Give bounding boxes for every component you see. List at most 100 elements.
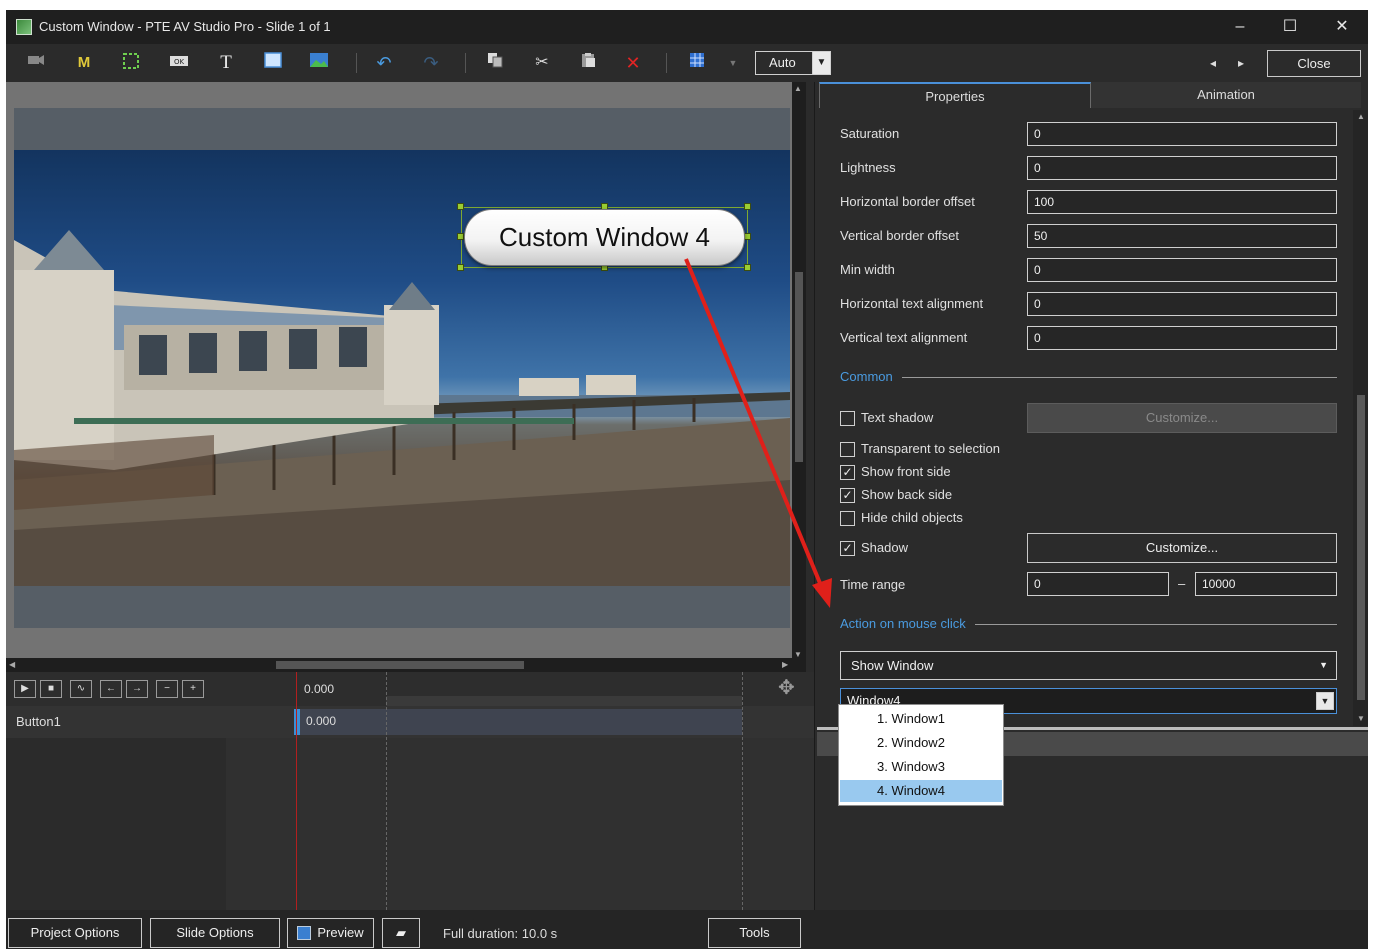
status-bar: Project Options Slide Options Preview ▰ … — [6, 910, 1368, 949]
window-dropdown-list[interactable]: 1. Window1 2. Window2 3. Window3 4. Wind… — [838, 704, 1004, 806]
timeline-row[interactable]: Button1 0.000 — [6, 706, 814, 738]
section-divider — [975, 624, 1337, 625]
lightness-label: Lightness — [840, 160, 896, 175]
horizontal-text-alignment-field[interactable]: 0 — [1027, 292, 1337, 316]
vertical-border-offset-field[interactable]: 50 — [1027, 224, 1337, 248]
image-icon[interactable] — [308, 52, 330, 74]
timeline-ruler — [386, 696, 742, 706]
lightness-field[interactable]: 0 — [1027, 156, 1337, 180]
chevron-down-icon[interactable]: ▼ — [812, 52, 830, 74]
hide-child-objects-checkbox[interactable] — [840, 511, 855, 526]
shadow-customize-button[interactable]: Customize... — [1027, 533, 1337, 563]
app-icon — [16, 19, 32, 35]
close-window-button[interactable]: ✕ — [1318, 10, 1366, 44]
window-title: Custom Window - PTE AV Studio Pro - Slid… — [39, 19, 331, 34]
time-range-to-field[interactable]: 10000 — [1195, 572, 1337, 596]
canvas-vertical-scrollbar[interactable]: ▲ ▼ — [792, 82, 806, 672]
mask-icon[interactable]: M — [73, 52, 95, 74]
resize-handle[interactable] — [457, 203, 464, 210]
dropdown-item-window4[interactable]: 4. Window4 — [840, 780, 1002, 802]
cut-icon[interactable]: ✂ — [531, 52, 553, 74]
camera-icon[interactable] — [25, 52, 47, 74]
scroll-down-icon[interactable]: ▼ — [1357, 714, 1365, 723]
grid-icon[interactable] — [686, 52, 708, 74]
minimize-button[interactable]: – — [1216, 10, 1264, 44]
canvas-horizontal-scrollbar[interactable]: ◀ ▶ — [6, 658, 792, 672]
copy-icon[interactable] — [484, 52, 506, 74]
resize-handle[interactable] — [744, 203, 751, 210]
timeline-keyframe[interactable] — [294, 709, 300, 735]
stop-icon[interactable]: ■ — [40, 680, 62, 698]
arrow-right-icon[interactable]: → — [126, 680, 148, 698]
maximize-button[interactable]: ☐ — [1266, 10, 1314, 44]
resize-handle[interactable] — [457, 264, 464, 271]
redo-icon[interactable]: ↷ — [420, 52, 442, 74]
action-select[interactable]: Show Window ▼ — [840, 651, 1337, 680]
frame-icon[interactable] — [120, 52, 142, 74]
text-icon[interactable]: T — [215, 52, 237, 74]
custom-window-button[interactable]: Custom Window 4 — [464, 209, 745, 266]
slide-canvas[interactable]: Custom Window 4 ▲ ▼ ◀ ▶ — [6, 82, 806, 672]
show-back-side-checkbox[interactable]: ✓ — [840, 488, 855, 503]
min-width-field[interactable]: 0 — [1027, 258, 1337, 282]
time-range-from-field[interactable]: 0 — [1027, 572, 1169, 596]
resize-handle[interactable] — [457, 233, 464, 240]
tab-animation[interactable]: Animation — [1091, 82, 1361, 108]
scroll-up-icon[interactable]: ▲ — [1357, 112, 1365, 121]
timeline-clip[interactable] — [296, 709, 742, 735]
saturation-field[interactable]: 0 — [1027, 122, 1337, 146]
tab-properties[interactable]: Properties — [819, 82, 1091, 108]
delete-icon[interactable]: ✕ — [622, 52, 644, 74]
transparent-to-selection-checkbox[interactable] — [840, 442, 855, 457]
tools-button[interactable]: Tools — [708, 918, 801, 948]
scroll-right-icon[interactable]: ▶ — [782, 660, 788, 669]
chevron-down-icon[interactable]: ▼ — [1316, 692, 1334, 710]
timeline-track-area[interactable] — [226, 738, 814, 910]
horizontal-border-offset-field[interactable]: 100 — [1027, 190, 1337, 214]
dropdown-item-window1[interactable]: 1. Window1 — [840, 708, 1002, 730]
show-back-side-label: Show back side — [861, 487, 953, 502]
grid-dropdown-icon[interactable]: ▼ — [722, 52, 744, 74]
text-shadow-customize-button[interactable]: Customize... — [1027, 403, 1337, 433]
zoom-value: Auto — [769, 55, 796, 70]
text-shadow-checkbox[interactable] — [840, 411, 855, 426]
timeline-clip-time: 0.000 — [306, 714, 337, 728]
waveform-icon[interactable]: ∿ — [70, 680, 92, 698]
project-options-button[interactable]: Project Options — [8, 918, 142, 948]
scroll-left-icon[interactable]: ◀ — [9, 660, 15, 669]
shadow-checkbox[interactable]: ✓ — [840, 541, 855, 556]
slideshow-icon[interactable]: ▰ — [382, 918, 420, 948]
scrollbar-thumb[interactable] — [1357, 395, 1365, 700]
preview-label: Preview — [317, 925, 364, 940]
scrollbar-thumb[interactable] — [795, 272, 803, 462]
scroll-down-icon[interactable]: ▼ — [794, 650, 802, 659]
next-slide-button[interactable]: ▸ — [1230, 52, 1252, 74]
panel-scrollbar[interactable]: ▲ ▼ — [1353, 110, 1368, 726]
undo-icon[interactable]: ↶ — [373, 52, 395, 74]
dropdown-item-window2[interactable]: 2. Window2 — [840, 732, 1002, 754]
plus-icon[interactable]: + — [182, 680, 204, 698]
preview-button[interactable]: Preview — [287, 918, 374, 948]
playhead[interactable] — [296, 672, 297, 910]
minus-icon[interactable]: − — [156, 680, 178, 698]
previous-slide-button[interactable]: ◂ — [1202, 52, 1224, 74]
zoom-select[interactable]: Auto ▼ — [755, 51, 831, 75]
scroll-up-icon[interactable]: ▲ — [794, 84, 802, 93]
move-icon[interactable]: ✥ — [778, 675, 795, 700]
dropdown-item-window3[interactable]: 3. Window3 — [840, 756, 1002, 778]
close-button[interactable]: Close — [1267, 50, 1361, 77]
arrow-left-icon[interactable]: ← — [100, 680, 122, 698]
show-front-side-checkbox[interactable]: ✓ — [840, 465, 855, 480]
chevron-down-icon[interactable]: ▼ — [1319, 652, 1328, 679]
button-icon[interactable]: OK — [168, 52, 190, 74]
resize-handle[interactable] — [744, 233, 751, 240]
timeline-time: 0.000 — [304, 682, 335, 696]
shadow-label: Shadow — [861, 540, 908, 555]
vertical-text-alignment-field[interactable]: 0 — [1027, 326, 1337, 350]
rectangle-icon[interactable] — [262, 52, 284, 74]
slide-options-button[interactable]: Slide Options — [150, 918, 280, 948]
play-icon[interactable]: ▶ — [14, 680, 36, 698]
resize-handle[interactable] — [744, 264, 751, 271]
paste-icon[interactable] — [577, 52, 599, 74]
scrollbar-thumb[interactable] — [276, 661, 524, 669]
